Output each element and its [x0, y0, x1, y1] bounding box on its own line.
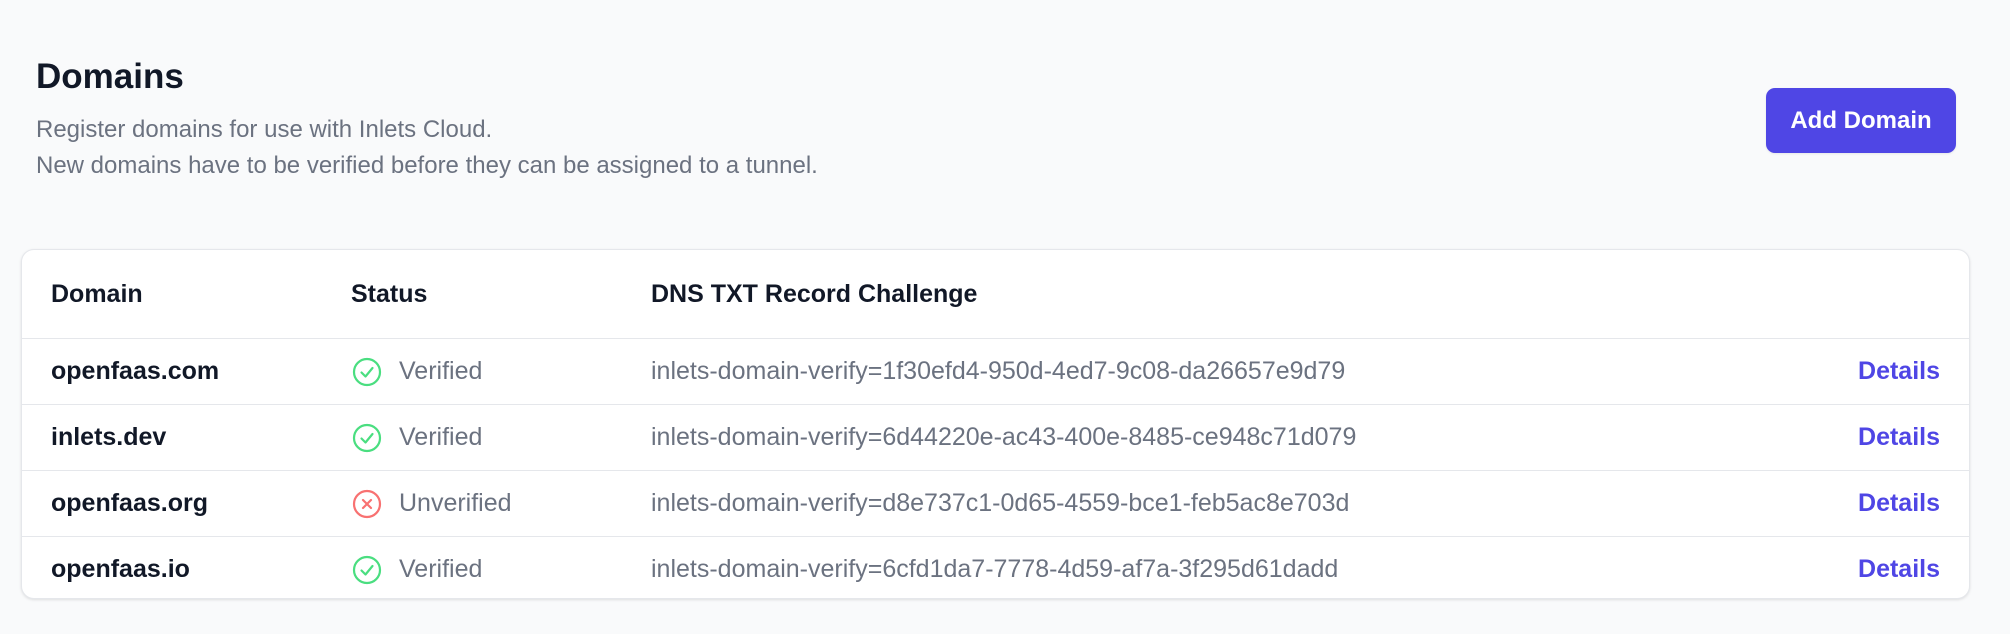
- details-link[interactable]: Details: [1858, 423, 1940, 452]
- check-circle-icon: [351, 356, 383, 388]
- dns-txt-record: inlets-domain-verify=d8e737c1-0d65-4559-…: [651, 489, 1350, 517]
- column-header-dns: DNS TXT Record Challenge: [651, 279, 978, 308]
- check-circle-icon: [351, 554, 383, 586]
- domain-name: inlets.dev: [51, 423, 167, 451]
- details-link[interactable]: Details: [1858, 555, 1940, 584]
- dns-txt-record: inlets-domain-verify=6d44220e-ac43-400e-…: [651, 423, 1357, 451]
- details-link[interactable]: Details: [1858, 489, 1940, 518]
- status-label: Verified: [399, 423, 483, 451]
- description-line-1: Register domains for use with Inlets Clo…: [36, 116, 493, 143]
- dns-txt-record: inlets-domain-verify=1f30efd4-950d-4ed7-…: [651, 357, 1346, 385]
- table-row: openfaas.com Verified inlets-domain-veri…: [22, 338, 1969, 404]
- domain-name: openfaas.org: [51, 489, 208, 517]
- dns-txt-record: inlets-domain-verify=6cfd1da7-7778-4d59-…: [651, 555, 1339, 583]
- column-header-status: Status: [351, 279, 428, 308]
- status-label: Unverified: [399, 489, 512, 517]
- domain-name: openfaas.io: [51, 555, 190, 583]
- page-title: Domains: [36, 57, 184, 96]
- domain-name: openfaas.com: [51, 357, 220, 385]
- description-line-2: New domains have to be verified before t…: [36, 152, 818, 179]
- table-row: openfaas.io Verified inlets-domain-verif…: [22, 536, 1969, 598]
- add-domain-button[interactable]: Add Domain: [1766, 88, 1956, 153]
- domains-table: Domain Status DNS TXT Record Challenge o…: [21, 249, 1970, 599]
- column-header-domain: Domain: [51, 279, 143, 308]
- x-circle-icon: [351, 488, 383, 520]
- table-header-row: Domain Status DNS TXT Record Challenge: [22, 250, 1969, 338]
- page-description: Register domains for use with Inlets Clo…: [36, 112, 1956, 184]
- status-label: Verified: [399, 357, 483, 385]
- details-link[interactable]: Details: [1858, 357, 1940, 386]
- table-row: openfaas.org Unverified inlets-domain-ve…: [22, 470, 1969, 536]
- check-circle-icon: [351, 422, 383, 454]
- page-header: Domains Register domains for use with In…: [36, 54, 1956, 204]
- status-label: Verified: [399, 555, 483, 583]
- table-row: inlets.dev Verified inlets-domain-verify…: [22, 404, 1969, 470]
